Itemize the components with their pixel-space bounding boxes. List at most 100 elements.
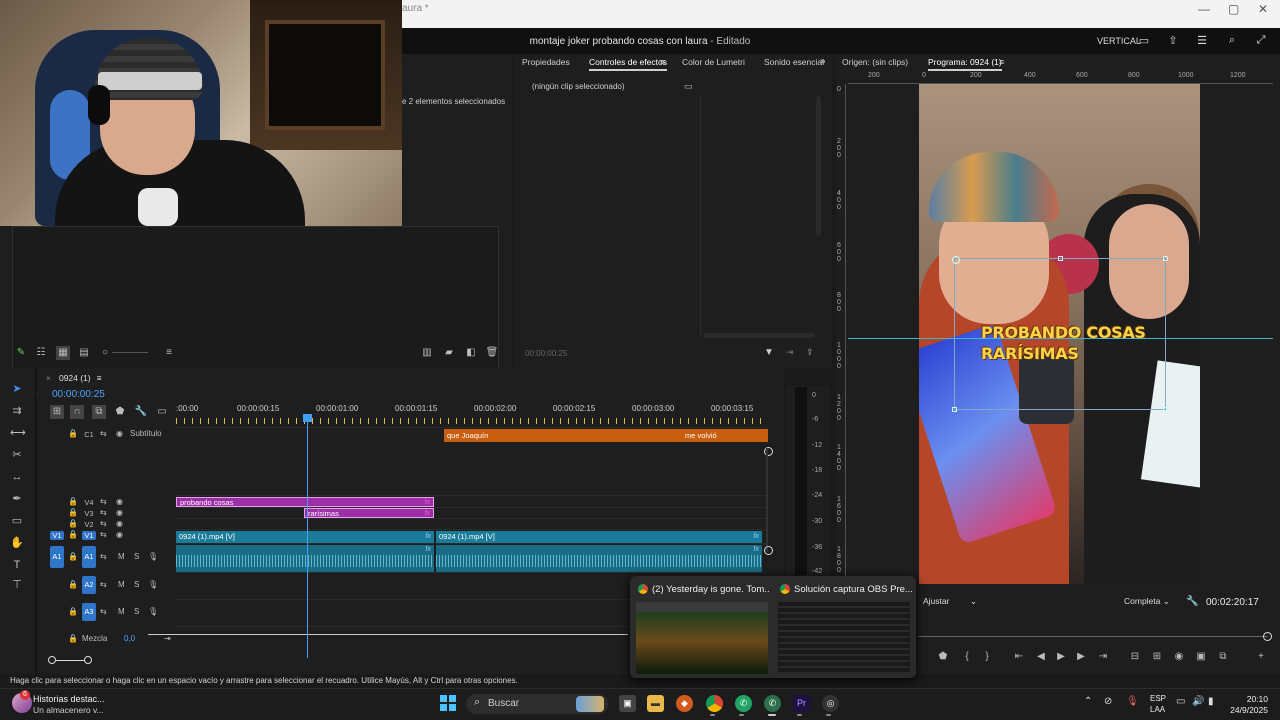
panel-icon[interactable]: ▭ (1137, 34, 1151, 48)
panel-toggle-icon[interactable]: ▭ (684, 81, 693, 92)
solo-button[interactable]: S (134, 580, 139, 589)
menu-icon[interactable]: ☰ (1195, 34, 1209, 48)
fit-dropdown[interactable]: Ajustar ⌄ (923, 596, 983, 610)
video-clip[interactable]: 0924 (1).mp4 [V] fx (436, 531, 762, 543)
track-header-mix[interactable]: 🔒 Mezcla 0,0 ⇥ (40, 634, 174, 646)
clock-time[interactable]: 20:10 (1230, 694, 1268, 704)
mute-button[interactable]: M (118, 607, 125, 616)
source-patch-a1[interactable]: A1 (50, 546, 64, 568)
list-view-icon[interactable]: ☷ (34, 346, 48, 360)
track-header-v1[interactable]: V1 🔒 V1 ⇆ ◉ (40, 530, 174, 542)
captions-icon[interactable]: ▭ (155, 405, 169, 419)
trash-icon[interactable]: 🗑 (485, 346, 499, 360)
lock-icon[interactable]: 🔒 (68, 508, 78, 517)
eye-icon[interactable]: ◉ (116, 519, 123, 528)
effect-panel-divider[interactable] (700, 96, 701, 336)
fullscreen-icon[interactable]: ⤢ (1254, 34, 1268, 48)
mark-in-icon[interactable]: { (960, 650, 974, 664)
caption-bounding-box[interactable] (952, 256, 1168, 412)
lock-icon[interactable]: 🔒 (68, 519, 78, 528)
sync-icon[interactable]: ⇆ (100, 530, 107, 539)
automate-icon[interactable]: ▥ (420, 346, 434, 360)
program-menu-icon[interactable]: ≡ (999, 57, 1004, 67)
track-header-c1[interactable]: 🔒 C1 ⇆ ◉ Subtítulo (40, 429, 174, 441)
new-item-icon[interactable]: ◧ (464, 346, 478, 360)
eye-icon[interactable]: ◉ (116, 497, 123, 506)
language-indicator[interactable]: ESP (1150, 694, 1166, 703)
guide-line[interactable] (848, 338, 1273, 339)
track-row-v1[interactable]: 0924 (1).mp4 [V] fx 0924 (1).mp4 [V] fx (176, 529, 766, 543)
camera-icon[interactable]: ◉ (1172, 650, 1186, 664)
chrome-icon[interactable] (706, 695, 723, 712)
timeline-vertical-scrollbar[interactable] (766, 448, 768, 552)
maximize-button[interactable]: ▢ (1228, 2, 1239, 16)
tab-menu-icon[interactable]: ≡ (660, 57, 665, 67)
razor-tool-icon[interactable]: ✂ (10, 448, 24, 462)
eye-icon[interactable]: ◉ (116, 530, 123, 539)
whatsapp-icon[interactable]: ✆ (735, 695, 752, 712)
timeline-zoom-scroll[interactable] (48, 656, 92, 664)
tab-essential-sound[interactable]: Sonido esencial (764, 57, 824, 67)
marker-icon[interactable]: ⬟ (936, 650, 950, 664)
step-back-icon[interactable]: ◀ (1034, 650, 1048, 664)
timeline-settings-icon[interactable]: 🔧 (134, 405, 148, 419)
tab-lumetri-color[interactable]: Color de Lumetri (682, 57, 745, 67)
timeline-scroll-handle[interactable] (764, 546, 773, 555)
microphone-icon[interactable]: 🎙 (1126, 696, 1139, 707)
go-to-in-icon[interactable]: ⇤ (1012, 650, 1026, 664)
selection-tool-icon[interactable]: ➤ (10, 382, 24, 396)
quality-dropdown[interactable]: Completa ⌄ (1124, 596, 1178, 610)
wrench-icon[interactable]: 🔧 (1186, 596, 1198, 607)
thumbnail-obs[interactable]: Solución captura OBS Pre... (774, 576, 914, 678)
nest-icon[interactable]: ⊞ (50, 405, 64, 419)
workspace-layout-label[interactable]: VERTICAL (1097, 36, 1141, 46)
track-row-c1[interactable]: que Joaquín me volvió (176, 427, 768, 443)
subtitle-clip[interactable]: me volvió (682, 429, 768, 442)
caption-tool-icon[interactable]: ⊤ (10, 578, 24, 592)
sort-icon[interactable]: ≡ (162, 346, 176, 360)
lock-icon[interactable]: 🔒 (68, 497, 78, 506)
lock-icon[interactable]: 🔒 (68, 634, 78, 643)
sequence-menu-icon[interactable]: ≡ (97, 373, 102, 383)
hand-tool-icon[interactable]: ✋ (10, 536, 24, 550)
close-icon[interactable]: × (46, 373, 51, 383)
task-view-icon[interactable]: ▣ (619, 695, 636, 712)
vertical-scrollbar[interactable] (816, 96, 821, 236)
premiere-icon[interactable]: Pr (793, 695, 810, 712)
linked-selection-icon[interactable]: ⧉ (92, 405, 106, 419)
file-explorer-icon[interactable]: ▬ (647, 695, 664, 712)
icon-view-icon[interactable]: ▦ (56, 346, 70, 360)
resize-handle[interactable] (952, 407, 957, 412)
track-select-icon[interactable]: ⇉ (10, 404, 24, 418)
whatsapp-icon[interactable]: ✆ (764, 695, 781, 712)
mix-value[interactable]: 0,0 (124, 634, 135, 643)
sequence-tab[interactable]: × 0924 (1) ≡ (46, 373, 102, 383)
search-icon[interactable]: ⌕ (1225, 34, 1239, 48)
track-row-v3[interactable]: rarísimas fx (176, 507, 766, 518)
pencil-icon[interactable]: ✎ (14, 346, 28, 360)
track-row-a1[interactable]: fx fx (176, 543, 766, 572)
subtitle-clip[interactable]: que Joaquín (444, 429, 682, 442)
lock-icon[interactable]: 🔒 (68, 429, 78, 438)
clock-date[interactable]: 24/9/2025 (1220, 705, 1268, 715)
step-forward-icon[interactable]: ▶ (1074, 650, 1088, 664)
microphone-icon[interactable]: 🎙 (148, 607, 158, 616)
network-off-icon[interactable]: ⊘ (1104, 696, 1112, 707)
playhead-handle[interactable] (303, 414, 312, 422)
audio-clip[interactable]: fx (436, 545, 762, 572)
eye-icon[interactable]: ◉ (116, 429, 123, 438)
thumbnail-youtube[interactable]: (2) Yesterday is gone. Tom... (632, 576, 772, 678)
sync-icon[interactable]: ⇆ (100, 607, 107, 616)
rectangle-tool-icon[interactable]: ▭ (10, 514, 24, 528)
lock-icon[interactable]: 🔒 (68, 607, 78, 616)
lock-icon[interactable]: 🔒 (68, 530, 78, 539)
more-tabs-icon[interactable]: » (820, 56, 826, 67)
close-button[interactable]: ✕ (1258, 2, 1268, 16)
horizontal-scrollbar[interactable] (703, 333, 815, 338)
go-to-out-icon[interactable]: ⇥ (1096, 650, 1110, 664)
source-patch-v1[interactable]: V1 (50, 531, 64, 540)
anchor-handle[interactable] (952, 256, 960, 264)
graphics-clip[interactable]: rarísimas fx (304, 508, 434, 518)
video-clip[interactable]: 0924 (1).mp4 [V] fx (176, 531, 434, 543)
add-button-icon[interactable]: + (1254, 650, 1268, 664)
